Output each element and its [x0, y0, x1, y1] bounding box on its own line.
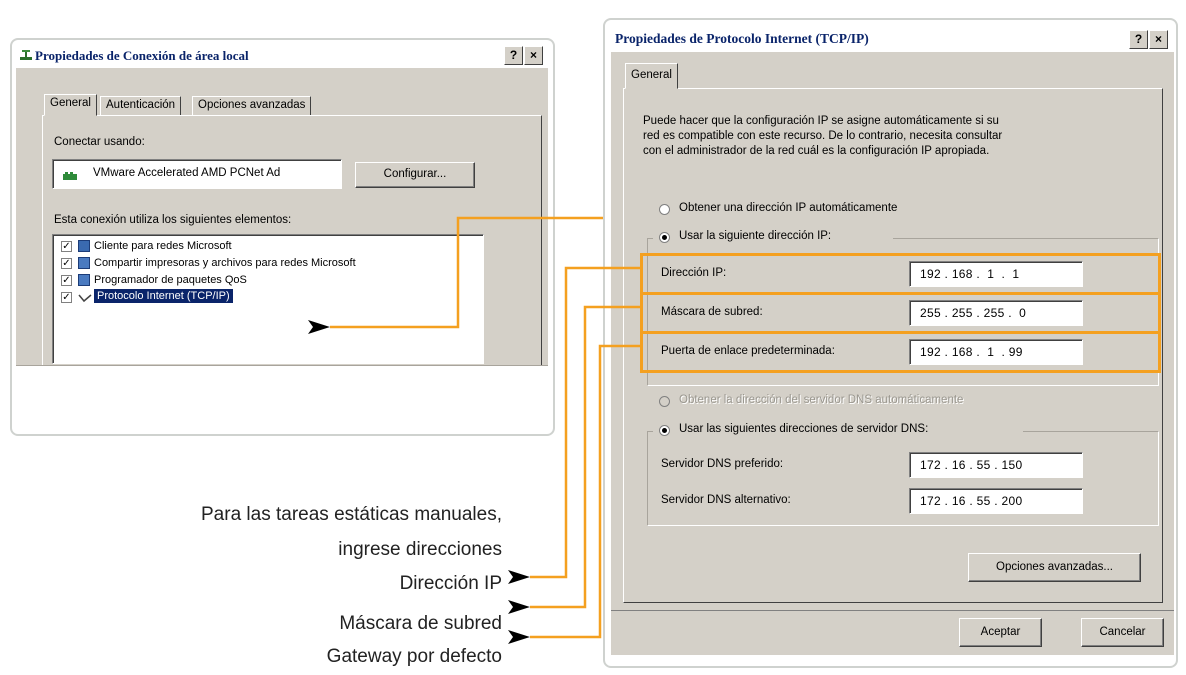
caption-line-2: ingrese direcciones: [338, 539, 502, 560]
caption-line-1: Para las tareas estáticas manuales,: [201, 504, 502, 525]
connector-line: [530, 305, 640, 609]
arrow-head-icon: [508, 600, 530, 614]
arrow-head-icon: [508, 630, 530, 644]
caption-ip: Dirección IP: [399, 573, 502, 594]
arrow-head-icon: [308, 320, 330, 334]
arrow-head-icon: [508, 570, 530, 584]
connector-line: [330, 216, 603, 329]
annotation-arrows: [308, 216, 640, 644]
caption-mask: Máscara de subred: [339, 613, 502, 634]
tab-general[interactable]: General: [625, 63, 678, 89]
tab-general[interactable]: General: [44, 94, 97, 116]
caption-gateway: Gateway por defecto: [326, 646, 502, 667]
